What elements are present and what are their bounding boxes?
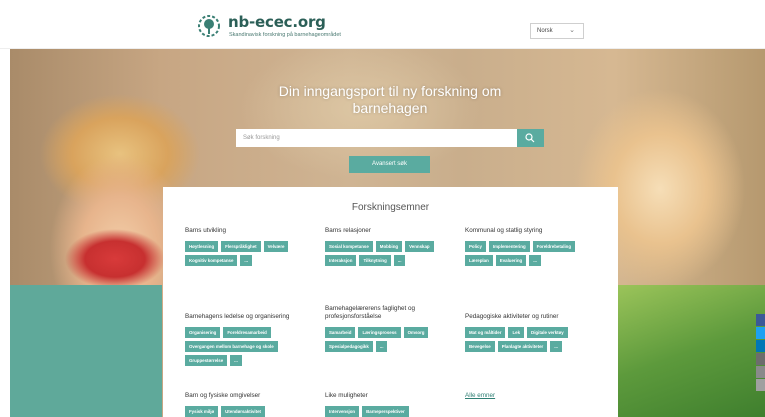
more-tags-button[interactable]: ...	[550, 341, 562, 352]
topic-tag[interactable]: Flerspråklighet	[221, 241, 261, 252]
chevron-down-icon: ⌄	[569, 27, 575, 34]
topic-tag[interactable]: Fysisk miljø	[185, 406, 219, 417]
topics-panel: Forskningsemner Barns utvikling Høytlesn…	[163, 187, 618, 417]
topic-tag[interactable]: Sosial kompetanse	[325, 241, 373, 252]
topic-tag[interactable]: Omsorg	[403, 327, 429, 338]
all-topics-link[interactable]: Alle emner	[465, 392, 495, 399]
search-icon	[525, 133, 535, 143]
linkedin-icon[interactable]	[756, 340, 765, 352]
site-header: nb-ecec.org Skandinavisk forskning på ba…	[0, 0, 765, 49]
topic-tag[interactable]: Læreplan	[465, 255, 493, 266]
twitter-icon[interactable]	[756, 327, 765, 339]
topic-group: Barnehagelærerens faglighet og profesjon…	[325, 305, 455, 352]
topic-tag[interactable]: Læringsprosess	[358, 327, 401, 338]
topic-tag[interactable]: Samarbeid	[325, 327, 356, 338]
topic-group: Like muligheter Intervensjon Barneperspe…	[325, 392, 453, 417]
topic-tag[interactable]: Evaluering	[495, 255, 527, 266]
topic-tag[interactable]: Planlagte aktiviteter	[497, 341, 548, 352]
topic-tag[interactable]: Utendørsaktivitet	[221, 406, 266, 417]
topic-tag[interactable]: Lek	[508, 327, 525, 338]
topic-tag[interactable]: Foreldresamarbeid	[223, 327, 271, 338]
search-input[interactable]: Søk forskning	[236, 129, 518, 147]
topic-tag[interactable]: Organisering	[185, 327, 221, 338]
topic-tag[interactable]: Spesialpedagogikk	[325, 341, 373, 352]
topic-group: Kommunal og statlig styring Policy Imple…	[465, 227, 593, 266]
topic-tag[interactable]: Overgangen mellom barnehage og skole	[185, 341, 278, 352]
language-select[interactable]: Norsk ⌄	[530, 23, 584, 39]
site-tagline: Skandinavisk forskning på barnehageområd…	[229, 32, 341, 38]
topic-tag[interactable]: Mobbing	[375, 241, 403, 252]
more-tags-button[interactable]: ...	[375, 341, 388, 352]
topic-tag[interactable]: Velvære	[263, 241, 289, 252]
topic-group: Barns utvikling Høytlesning Flerspråklig…	[185, 227, 313, 266]
topic-group: Pedagogiske aktiviteter og rutiner Mat o…	[465, 313, 593, 352]
more-tags-button[interactable]: ...	[230, 355, 242, 366]
topic-group-title: Like muligheter	[325, 392, 368, 399]
topic-group-title: Barns utvikling	[185, 227, 226, 234]
more-tags-button[interactable]: ...	[240, 255, 253, 266]
email-icon[interactable]	[756, 366, 765, 378]
topic-group-title: Barn og fysiske omgivelser	[185, 392, 261, 399]
topic-tag[interactable]: Høytlesning	[185, 241, 219, 252]
site-brand[interactable]: nb-ecec.org	[228, 13, 326, 31]
topic-tag[interactable]: Interaksjon	[325, 255, 357, 266]
hero-title: Din inngangsport til ny forskning om bar…	[278, 83, 502, 116]
topic-tag[interactable]: Bevegelse	[465, 341, 495, 352]
facebook-icon[interactable]	[756, 314, 765, 326]
language-value: Norsk	[537, 28, 553, 34]
topic-group-title: Barns relasjoner	[325, 227, 371, 234]
topics-title: Forskningsemner	[351, 202, 430, 213]
all-topics: Alle emner	[465, 392, 495, 399]
topic-tag[interactable]: Foreldrebetaling	[532, 241, 576, 252]
hero-green-block	[10, 285, 162, 417]
print-icon[interactable]	[756, 353, 765, 365]
topic-group-title: Kommunal og statlig styring	[465, 227, 543, 234]
hero-photo-detail	[65, 229, 165, 289]
topic-group: Barn og fysiske omgivelser Fysisk miljø …	[185, 392, 313, 417]
topic-tag[interactable]: Mat og måltider	[465, 327, 506, 338]
topic-tag[interactable]: Intervensjon	[325, 406, 360, 417]
topic-tag[interactable]: Tilknytning	[359, 255, 391, 266]
hero-photo-right	[618, 285, 765, 417]
share-icon[interactable]	[756, 379, 765, 391]
topic-tag[interactable]: Implementering	[488, 241, 530, 252]
topic-tag[interactable]: Kognitiv kompetanse	[185, 255, 238, 266]
topic-tag[interactable]: Gruppestørrelse	[185, 355, 228, 366]
more-tags-button[interactable]: ...	[393, 255, 406, 266]
search-button[interactable]	[517, 129, 544, 147]
topic-tag[interactable]: Vennskap	[405, 241, 434, 252]
more-tags-button[interactable]: ...	[529, 255, 541, 266]
topic-tag[interactable]: Policy	[465, 241, 486, 252]
social-share-bar	[756, 314, 765, 392]
topic-group: Barnehagens ledelse og organisering Orga…	[185, 313, 313, 366]
advanced-search-button[interactable]: Avansert søk	[349, 156, 430, 173]
topic-group-title: Barnehagens ledelse og organisering	[185, 313, 290, 320]
topic-group-title: Barnehagelærerens faglighet og profesjon…	[325, 305, 415, 320]
tree-logo-icon[interactable]	[197, 14, 221, 38]
topic-tag[interactable]: Barneperspektiver	[362, 406, 409, 417]
topic-group: Barns relasjoner Sosial kompetanse Mobbi…	[325, 227, 453, 266]
topic-group-title: Pedagogiske aktiviteter og rutiner	[465, 313, 559, 320]
topic-tag[interactable]: Digitale verktøy	[527, 327, 568, 338]
